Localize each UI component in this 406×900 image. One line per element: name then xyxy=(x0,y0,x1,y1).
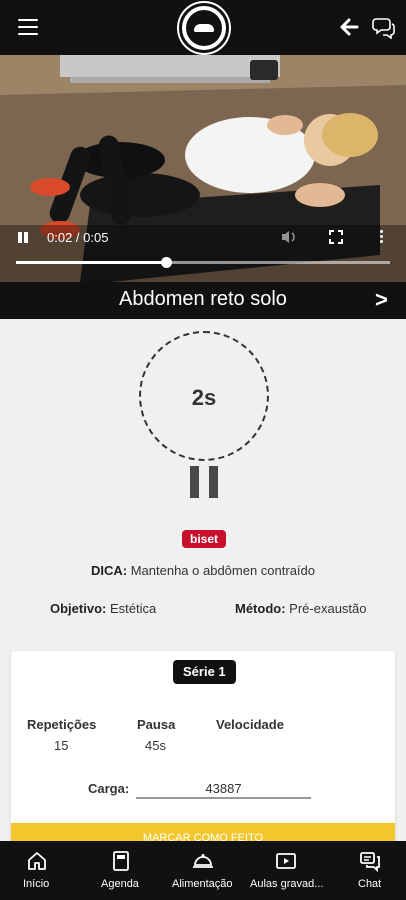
objective-label: Objetivo: xyxy=(50,601,107,616)
hamburger-menu-icon[interactable] xyxy=(18,19,38,35)
nav-item-home[interactable]: Início xyxy=(0,841,75,900)
nav-item-food[interactable]: Alimentação xyxy=(166,841,242,900)
method-label: Método: xyxy=(235,601,286,616)
video-progress-bar[interactable] xyxy=(16,257,390,268)
objective-value: Estética xyxy=(109,601,157,616)
home-icon xyxy=(26,850,48,872)
bottom-navigation: Início Agenda Alimentação Aulas gravad..… xyxy=(0,841,406,900)
arrow-left-icon[interactable] xyxy=(338,16,360,38)
rest-timer: 2s xyxy=(139,331,269,461)
fullscreen-icon[interactable] xyxy=(328,229,344,245)
method: Método: Pré-exaustão xyxy=(235,601,367,616)
exercise-video-player[interactable] xyxy=(0,55,406,282)
next-exercise-button[interactable]: > xyxy=(375,287,388,313)
chat-bubbles-icon[interactable] xyxy=(372,15,396,40)
nav-label-agenda: Agenda xyxy=(101,878,139,890)
nav-item-recorded-classes[interactable]: Aulas gravad... xyxy=(246,841,326,900)
reps-label: Repetições xyxy=(27,717,97,732)
exercise-title-bar: Abdomen reto solo > xyxy=(0,282,406,319)
tip-text: Mantenha o abdômen contraído xyxy=(130,563,316,578)
video-play-icon xyxy=(275,850,297,872)
more-vert-icon[interactable] xyxy=(377,229,385,245)
load-input[interactable] xyxy=(136,779,311,799)
series-card: Série 1 Repetições 15 Pausa 45s Velocida… xyxy=(11,651,395,851)
pause-label: Pausa xyxy=(137,717,176,732)
nav-label-food: Alimentação xyxy=(172,878,233,890)
chat-icon xyxy=(359,850,381,873)
exercise-tip: DICA: Mantenha o abdômen contraído xyxy=(0,563,406,578)
nav-label-chat: Chat xyxy=(358,878,382,890)
app: 0:02 / 0:05 Abdomen reto solo > 2s biset… xyxy=(0,0,406,900)
video-frame-image xyxy=(0,55,406,282)
nav-label-home: Início xyxy=(23,878,50,890)
nav-item-chat[interactable]: Chat xyxy=(345,841,395,900)
reps-value: 15 xyxy=(54,738,69,753)
video-time-label: 0:02 / 0:05 xyxy=(47,230,109,245)
tip-label: DICA: xyxy=(90,563,128,578)
series-badge: Série 1 xyxy=(173,660,236,684)
pause-value: 45s xyxy=(145,738,166,753)
exercise-title: Abdomen reto solo xyxy=(119,288,287,310)
technique-tag: biset xyxy=(182,530,227,548)
nav-label-recorded-classes: Aulas gravad... xyxy=(250,878,324,890)
nav-item-agenda[interactable]: Agenda xyxy=(90,841,152,900)
top-app-bar xyxy=(0,0,406,55)
objective: Objetivo: Estética xyxy=(50,601,156,616)
method-value: Pré-exaustão xyxy=(289,601,367,616)
load-label: Carga: xyxy=(88,781,130,796)
volume-icon[interactable] xyxy=(280,229,298,245)
timer-value: 2s xyxy=(191,385,217,410)
pause-icon[interactable] xyxy=(16,231,30,245)
video-progress-fill xyxy=(16,261,166,264)
speed-label: Velocidade xyxy=(216,717,284,732)
video-progress-handle[interactable] xyxy=(160,257,172,268)
brand-logo xyxy=(179,3,229,53)
agenda-book-icon xyxy=(110,850,132,872)
food-cloche-icon xyxy=(192,850,214,872)
timer-pause-button[interactable] xyxy=(190,466,218,498)
